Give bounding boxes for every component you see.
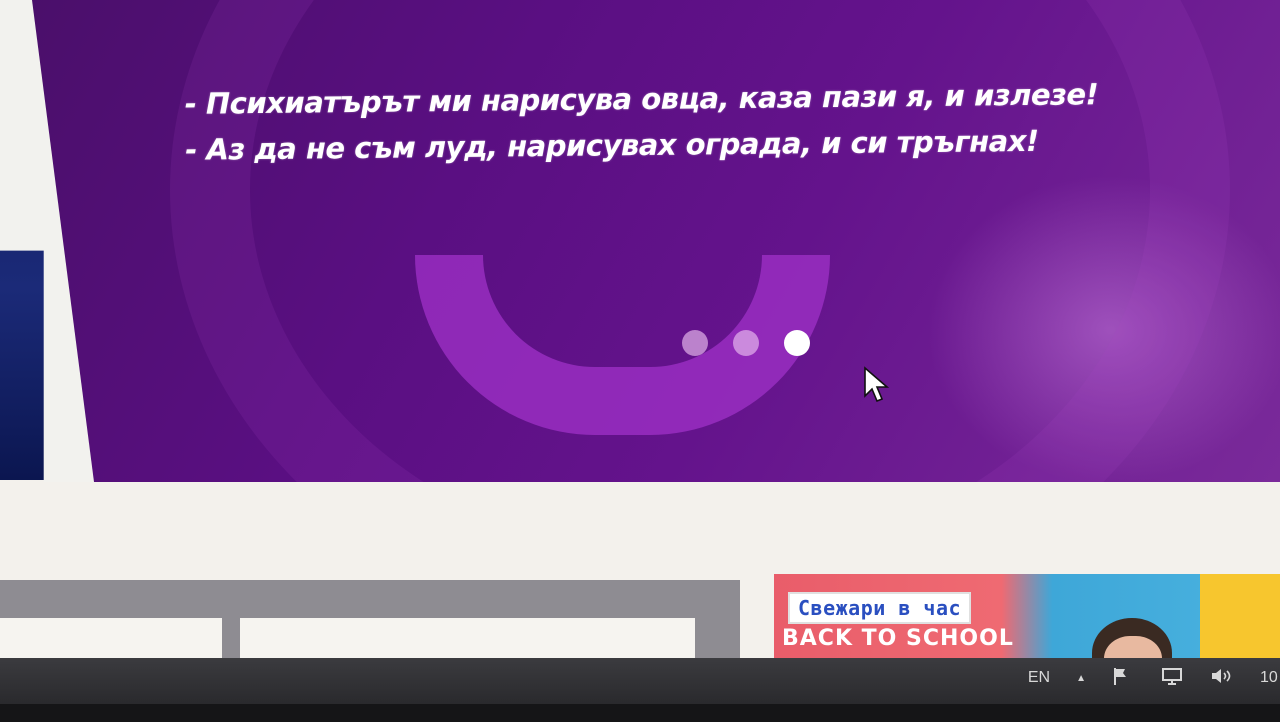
network-icon[interactable]: [1160, 666, 1184, 691]
action-center-flag-icon[interactable]: [1112, 666, 1134, 691]
show-hidden-icons-icon[interactable]: ▲: [1076, 673, 1086, 684]
content-panel-middle: [240, 618, 695, 660]
clock[interactable]: 10: [1260, 669, 1280, 687]
slide-dot-2[interactable]: [733, 330, 759, 356]
joke-line-2: - Аз да не съм луд, нарисувах ограда, и …: [185, 123, 1039, 167]
promo-banner[interactable]: Свежари в час BACK TO SCHOOL: [774, 574, 1280, 660]
promo-yellow-block: [1200, 574, 1280, 660]
promo-subtitle: BACK TO SCHOOL: [782, 626, 1014, 651]
promo-title: Свежари в час: [788, 592, 972, 624]
joke-text: - Психиатърът ми нарисува овца, каза паз…: [185, 71, 1099, 173]
content-panel-left: [0, 618, 222, 660]
slider-dots: [682, 330, 810, 356]
slide-dot-1[interactable]: [682, 330, 708, 356]
mouse-cursor-icon: [864, 366, 890, 403]
system-tray: EN ▲ 10: [1028, 658, 1280, 698]
language-indicator[interactable]: EN: [1028, 669, 1050, 687]
volume-icon[interactable]: [1210, 666, 1234, 691]
slide-dot-3[interactable]: [784, 330, 810, 356]
monitor-bezel: [0, 704, 1280, 722]
